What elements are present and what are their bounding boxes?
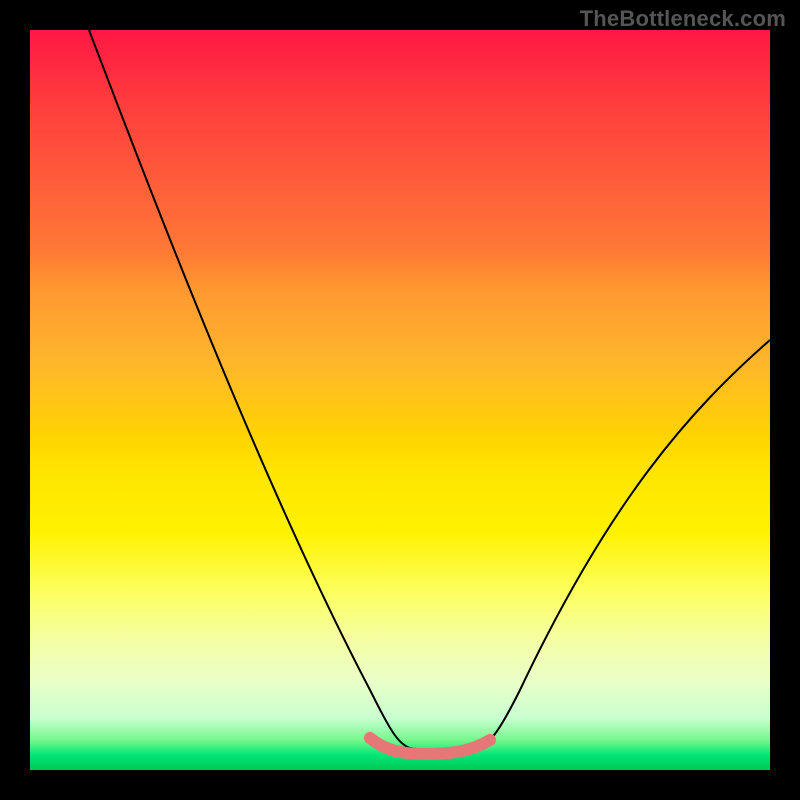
curve-layer <box>30 30 770 770</box>
bottleneck-curve <box>89 30 770 751</box>
plot-area <box>30 30 770 770</box>
chart-frame: TheBottleneck.com <box>0 0 800 800</box>
attribution-label: TheBottleneck.com <box>580 6 786 32</box>
optimal-range-highlight <box>370 738 490 754</box>
